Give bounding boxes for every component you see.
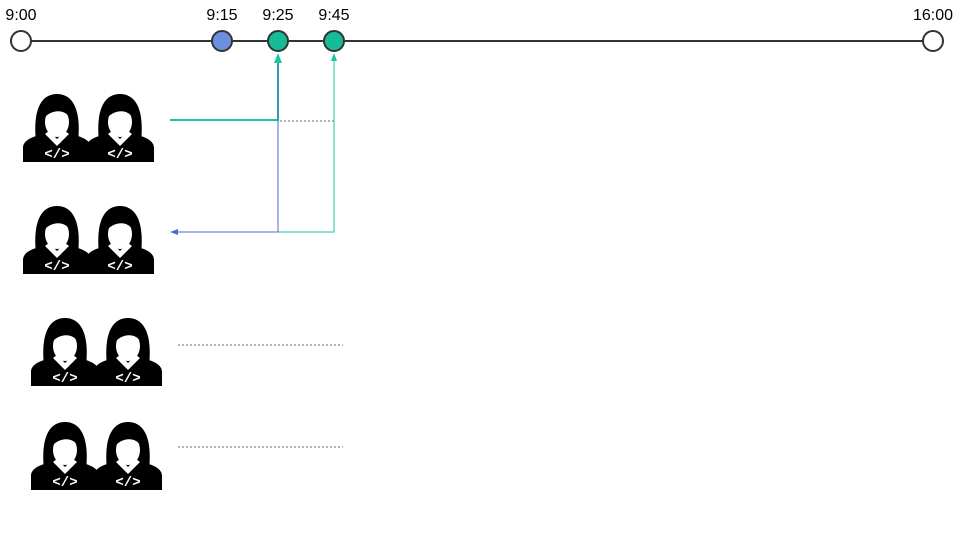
timeline-marker-925: [267, 30, 289, 52]
teal-connector-945: [278, 60, 335, 233]
timeline-end-marker: [922, 30, 944, 52]
developer-pair-icon: [31, 318, 162, 387]
developer-pair-icon: [23, 94, 154, 163]
blue-arrowhead-pair2: [170, 229, 178, 235]
timeline-marker-945: [323, 30, 345, 52]
blue-connector-to-pair2: [178, 64, 279, 233]
teal-connector-pair1-to-925: [170, 62, 279, 121]
time-label-945: 9:45: [318, 7, 349, 24]
time-label-915: 9:15: [206, 7, 237, 24]
developer-pair-icon: [23, 206, 154, 275]
timeline-diagram: </> </> 9:00 9:15 9:25 9:45 16:00: [5, 7, 953, 540]
teal-arrowhead-945: [331, 53, 337, 61]
timeline-start-marker: [10, 30, 32, 52]
teal-arrowhead-925: [274, 53, 282, 63]
developer-pair-icon: [31, 422, 162, 491]
time-label-start: 9:00: [5, 7, 36, 24]
time-label-end: 16:00: [913, 7, 953, 24]
time-label-925: 9:25: [262, 7, 293, 24]
timeline-marker-915: [211, 30, 233, 52]
